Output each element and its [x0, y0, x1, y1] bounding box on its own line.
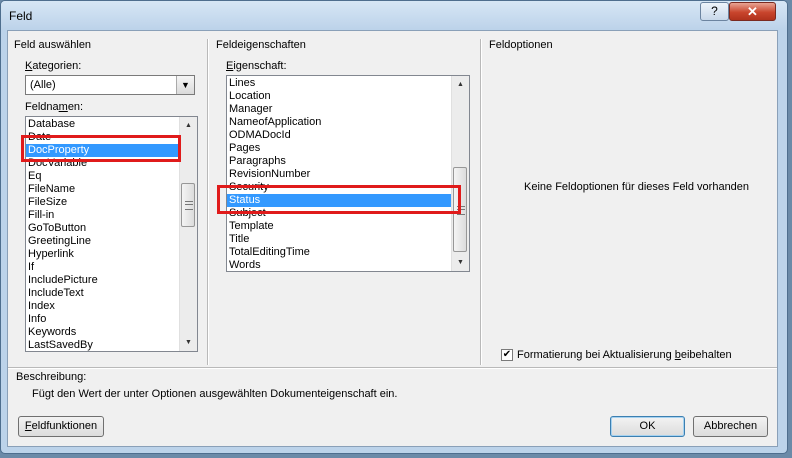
list-item[interactable]: Fill-in	[26, 209, 180, 222]
title-bar: Feld ? ✕	[1, 1, 787, 29]
separator	[207, 39, 209, 365]
list-item[interactable]: IncludeText	[26, 287, 180, 300]
scroll-up-icon[interactable]: ▲	[452, 76, 469, 93]
properties-rows: Lines Location Manager NameofApplication ODM…	[227, 77, 452, 271]
list-item[interactable]: Lines	[227, 77, 452, 90]
properties-scrollbar[interactable]: ▲ ▼	[451, 76, 469, 271]
scroll-down-icon[interactable]: ▼	[452, 254, 469, 271]
category-label: Kategorien:	[25, 60, 82, 72]
chevron-down-icon[interactable]: ▼	[176, 76, 194, 94]
list-item[interactable]: Template	[227, 220, 452, 233]
help-icon: ?	[711, 4, 718, 18]
list-item[interactable]: RevisionNumber	[227, 168, 452, 181]
list-item[interactable]: Paragraphs	[227, 155, 452, 168]
list-item[interactable]: Database	[26, 118, 180, 131]
field-options-group-title: Feldoptionen	[489, 39, 553, 51]
list-item[interactable]: Title	[227, 233, 452, 246]
separator	[480, 39, 482, 365]
no-options-message: Keine Feldoptionen für dieses Feld vorha…	[524, 181, 750, 193]
separator	[8, 367, 777, 369]
list-item[interactable]: Words	[227, 259, 452, 271]
fieldnames-scrollbar[interactable]: ▲ ▼	[179, 117, 197, 351]
select-field-group-title: Feld auswählen	[14, 39, 92, 51]
list-item[interactable]: Pages	[227, 142, 452, 155]
list-item[interactable]: TotalEditingTime	[227, 246, 452, 259]
list-item[interactable]: Hyperlink	[26, 248, 180, 261]
description-label: Beschreibung:	[16, 371, 87, 383]
list-item[interactable]: Keywords	[26, 326, 180, 339]
list-item[interactable]: Info	[26, 313, 180, 326]
list-item[interactable]: NameofApplication	[227, 116, 452, 129]
window-title: Feld	[9, 9, 33, 23]
scroll-up-icon[interactable]: ▲	[180, 117, 197, 134]
list-item[interactable]: IncludePicture	[26, 274, 180, 287]
close-button[interactable]: ✕	[729, 2, 776, 21]
ok-button[interactable]: OK	[610, 416, 685, 437]
close-icon: ✕	[747, 4, 758, 19]
list-item[interactable]: Manager	[227, 103, 452, 116]
list-item[interactable]: If	[26, 261, 180, 274]
description-text: Fügt den Wert der unter Optionen ausgewä…	[32, 388, 398, 400]
list-item[interactable]: GreetingLine	[26, 235, 180, 248]
highlight-box-docproperty	[21, 135, 181, 162]
scroll-down-icon[interactable]: ▼	[180, 334, 197, 351]
checkmark-icon: ✔	[502, 349, 512, 360]
field-codes-button[interactable]: Feldfunktionen	[18, 416, 104, 437]
preserve-formatting-checkbox[interactable]: ✔	[501, 349, 513, 361]
scroll-thumb[interactable]	[181, 183, 195, 227]
properties-list[interactable]: Lines Location Manager NameofApplication ODM…	[226, 75, 470, 272]
list-item[interactable]: Index	[26, 300, 180, 313]
list-item[interactable]: LastSavedBy	[26, 339, 180, 351]
highlight-box-status	[217, 185, 461, 214]
list-item[interactable]: Location	[227, 90, 452, 103]
field-properties-group-title: Feldeigenschaften	[216, 39, 306, 51]
cancel-button[interactable]: Abbrechen	[693, 416, 768, 437]
category-dropdown[interactable]: (Alle) ▼	[25, 75, 195, 95]
fieldnames-label: Feldnamen:	[25, 101, 84, 113]
list-item[interactable]: Eq	[26, 170, 180, 183]
preserve-formatting-label[interactable]: Formatierung bei Aktualisierung beibehal…	[517, 349, 732, 361]
list-item[interactable]: FileSize	[26, 196, 180, 209]
list-item[interactable]: ODMADocId	[227, 129, 452, 142]
list-item[interactable]: GoToButton	[26, 222, 180, 235]
dialog-body: Feld auswählen Kategorien: (Alle) ▼ Feld…	[7, 30, 778, 447]
property-label: Eigenschaft:	[226, 60, 287, 72]
list-item[interactable]: FileName	[26, 183, 180, 196]
field-dialog: Feld ? ✕ Feld auswählen Kategorien: (All…	[0, 0, 788, 454]
help-button[interactable]: ?	[700, 2, 729, 21]
category-value: (Alle)	[30, 79, 56, 91]
